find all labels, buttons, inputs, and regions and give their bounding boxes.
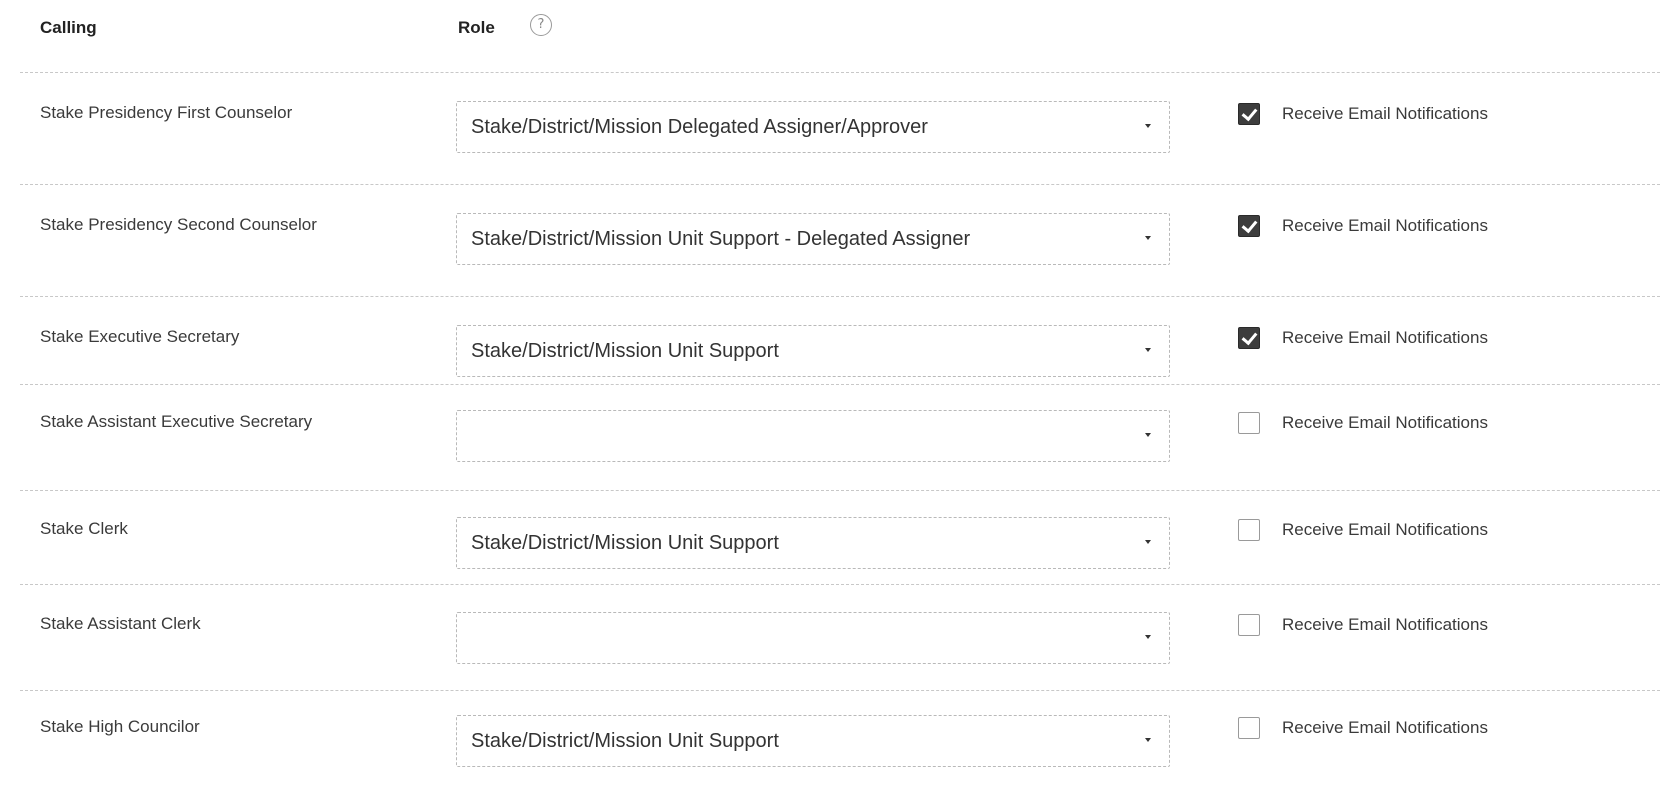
table-row: Stake Presidency First Counselor Stake/D… [0, 73, 1677, 183]
email-notifications-checkbox[interactable] [1238, 614, 1260, 636]
email-notifications-label[interactable]: Receive Email Notifications [1282, 615, 1488, 635]
role-select[interactable]: Stake/District/Mission Unit Support [456, 517, 1170, 569]
email-notifications-label[interactable]: Receive Email Notifications [1282, 216, 1488, 236]
caret-down-icon [1145, 738, 1151, 742]
email-notifications-checkbox[interactable] [1238, 519, 1260, 541]
role-select[interactable] [456, 410, 1170, 462]
email-notifications-checkbox[interactable] [1238, 327, 1260, 349]
calling-name: Stake Clerk [40, 519, 128, 538]
email-notifications-label[interactable]: Receive Email Notifications [1282, 520, 1488, 540]
caret-down-icon [1145, 635, 1151, 639]
calling-name: Stake Presidency First Counselor [40, 103, 293, 122]
caret-down-icon [1145, 348, 1151, 352]
caret-down-icon [1145, 236, 1151, 240]
email-notifications-checkbox[interactable] [1238, 215, 1260, 237]
role-column-header: Role [458, 18, 495, 37]
check-mark-icon [1241, 328, 1258, 346]
calling-name: Stake Presidency Second Counselor [40, 215, 317, 234]
role-select-value: Stake/District/Mission Unit Support - De… [471, 228, 971, 250]
email-notifications-checkbox[interactable] [1238, 412, 1260, 434]
role-select[interactable] [456, 612, 1170, 664]
table-header: Calling Role ? [0, 0, 1677, 72]
email-notifications-label[interactable]: Receive Email Notifications [1282, 413, 1488, 433]
role-select-value: Stake/District/Mission Unit Support [471, 532, 779, 554]
caret-down-icon [1145, 540, 1151, 544]
caret-down-icon [1145, 433, 1151, 437]
table-row: Stake Clerk Stake/District/Mission Unit … [0, 489, 1677, 599]
caret-down-icon [1145, 124, 1151, 128]
table-row: Stake Assistant Clerk Receive Email Noti… [0, 584, 1677, 694]
email-notifications-label[interactable]: Receive Email Notifications [1282, 104, 1488, 124]
calling-name: Stake High Councilor [40, 717, 200, 736]
email-notifications-label[interactable]: Receive Email Notifications [1282, 718, 1488, 738]
help-icon[interactable]: ? [530, 14, 552, 36]
calling-name: Stake Executive Secretary [40, 327, 240, 346]
role-select[interactable]: Stake/District/Mission Unit Support - De… [456, 213, 1170, 265]
table-row: Stake Assistant Executive Secretary Rece… [0, 382, 1677, 492]
email-notifications-checkbox[interactable] [1238, 717, 1260, 739]
table-row: Stake Presidency Second Counselor Stake/… [0, 185, 1677, 295]
role-select[interactable]: Stake/District/Mission Delegated Assigne… [456, 101, 1170, 153]
calling-column-header: Calling [40, 18, 97, 37]
check-mark-icon [1241, 104, 1258, 122]
table-row: Stake High Councilor Stake/District/Miss… [0, 687, 1677, 797]
role-select-value: Stake/District/Mission Unit Support [471, 730, 779, 752]
role-select[interactable]: Stake/District/Mission Unit Support [456, 715, 1170, 767]
email-notifications-label[interactable]: Receive Email Notifications [1282, 328, 1488, 348]
role-select-value: Stake/District/Mission Unit Support [471, 340, 779, 362]
calling-name: Stake Assistant Clerk [40, 614, 201, 633]
role-select[interactable]: Stake/District/Mission Unit Support [456, 325, 1170, 377]
role-select-value: Stake/District/Mission Delegated Assigne… [471, 116, 928, 138]
calling-name: Stake Assistant Executive Secretary [40, 412, 313, 431]
callings-roles-table: Calling Role ? Stake Presidency First Co… [0, 0, 1677, 805]
email-notifications-checkbox[interactable] [1238, 103, 1260, 125]
check-mark-icon [1241, 216, 1258, 234]
